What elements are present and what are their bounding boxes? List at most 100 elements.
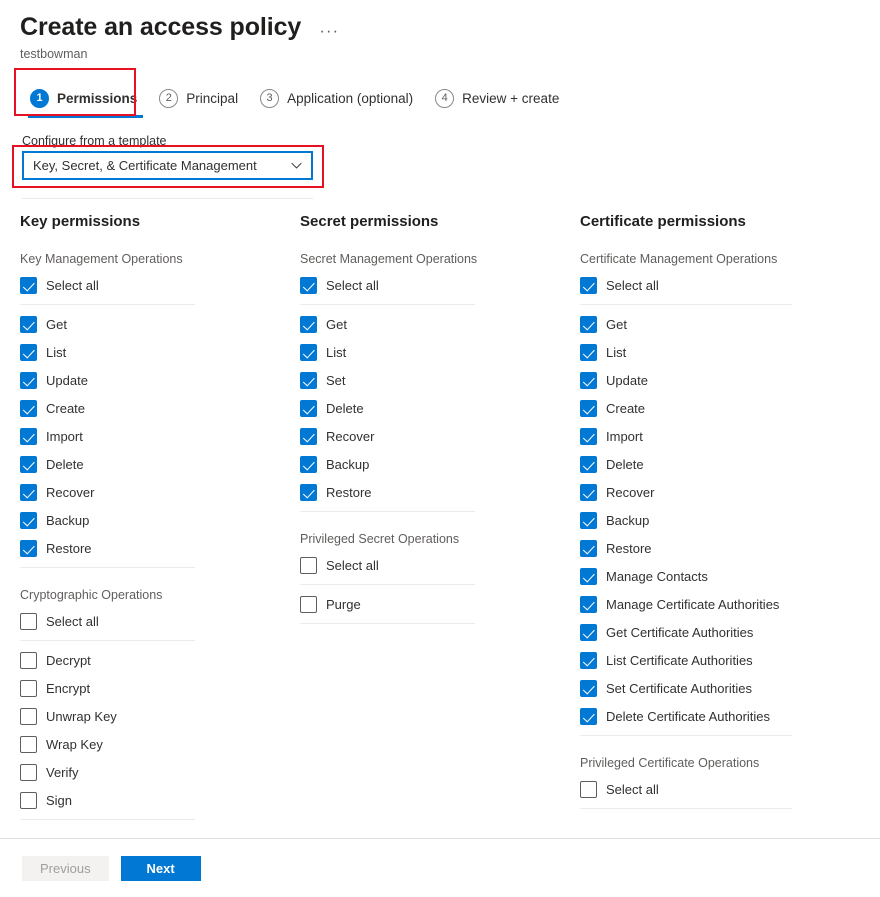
select-all-row[interactable]: Select all xyxy=(580,272,880,300)
permission-row[interactable]: Delete xyxy=(580,451,880,479)
next-button[interactable]: Next xyxy=(120,856,201,881)
permission-row[interactable]: Recover xyxy=(20,479,300,507)
checkbox-icon[interactable] xyxy=(20,316,37,333)
checkbox-icon[interactable] xyxy=(20,512,37,529)
permission-row[interactable]: Purge xyxy=(300,591,580,619)
permission-row[interactable]: List Certificate Authorities xyxy=(580,647,880,675)
permission-row[interactable]: Get xyxy=(20,311,300,339)
checkbox-icon[interactable] xyxy=(20,400,37,417)
permission-row[interactable]: Backup xyxy=(20,507,300,535)
checkbox-icon[interactable] xyxy=(580,540,597,557)
checkbox-icon[interactable] xyxy=(580,484,597,501)
permission-row[interactable]: Update xyxy=(580,367,880,395)
more-options-icon[interactable]: ··· xyxy=(315,22,343,39)
checkbox-icon[interactable] xyxy=(580,512,597,529)
permission-row[interactable]: Backup xyxy=(580,507,880,535)
checkbox-icon[interactable] xyxy=(580,708,597,725)
permission-row[interactable]: Import xyxy=(20,423,300,451)
permission-row[interactable]: Recover xyxy=(580,479,880,507)
checkbox-icon[interactable] xyxy=(20,736,37,753)
checkbox-icon[interactable] xyxy=(300,344,317,361)
permission-row[interactable]: List xyxy=(300,339,580,367)
checkbox-icon[interactable] xyxy=(580,316,597,333)
template-dropdown[interactable]: Key, Secret, & Certificate Management xyxy=(22,150,313,180)
checkbox-icon[interactable] xyxy=(300,372,317,389)
checkbox-icon[interactable] xyxy=(300,400,317,417)
permission-row[interactable]: Recover xyxy=(300,423,580,451)
permission-row[interactable]: Get xyxy=(580,311,880,339)
checkbox-icon[interactable] xyxy=(580,652,597,669)
tab-label: Permissions xyxy=(57,90,138,106)
checkbox-icon[interactable] xyxy=(300,316,317,333)
permission-row[interactable]: Create xyxy=(580,395,880,423)
checkbox-icon[interactable] xyxy=(300,596,317,613)
permission-row[interactable]: Update xyxy=(20,367,300,395)
permission-row[interactable]: Delete xyxy=(20,451,300,479)
permission-row[interactable]: Restore xyxy=(580,535,880,563)
permission-row[interactable]: Decrypt xyxy=(20,647,300,675)
checkbox-icon[interactable] xyxy=(20,540,37,557)
select-all-row[interactable]: Select all xyxy=(300,272,580,300)
permission-row[interactable]: Create xyxy=(20,395,300,423)
checkbox-icon[interactable] xyxy=(20,456,37,473)
tab-principal[interactable]: 2 Principal xyxy=(151,81,252,118)
checkbox-icon[interactable] xyxy=(580,568,597,585)
checkbox-icon[interactable] xyxy=(20,277,37,294)
permission-row[interactable]: Get Certificate Authorities xyxy=(580,619,880,647)
permission-row[interactable]: Set xyxy=(300,367,580,395)
select-all-row[interactable]: Select all xyxy=(20,272,300,300)
permission-group: Privileged Certificate Operations Select … xyxy=(580,756,880,809)
checkbox-icon[interactable] xyxy=(580,456,597,473)
permission-row[interactable]: Import xyxy=(580,423,880,451)
select-all-row[interactable]: Select all xyxy=(300,552,580,580)
tab-application-optional[interactable]: 3 Application (optional) xyxy=(252,81,427,118)
permission-row[interactable]: List xyxy=(20,339,300,367)
permission-row[interactable]: Set Certificate Authorities xyxy=(580,675,880,703)
permission-row[interactable]: Restore xyxy=(300,479,580,507)
checkbox-icon[interactable] xyxy=(300,484,317,501)
checkbox-icon[interactable] xyxy=(20,680,37,697)
permission-row[interactable]: Delete Certificate Authorities xyxy=(580,703,880,731)
checkbox-icon[interactable] xyxy=(580,372,597,389)
checkbox-icon[interactable] xyxy=(20,344,37,361)
select-all-row[interactable]: Select all xyxy=(580,776,880,804)
checkbox-icon[interactable] xyxy=(20,428,37,445)
permission-row[interactable]: List xyxy=(580,339,880,367)
select-all-row[interactable]: Select all xyxy=(20,608,300,636)
checkbox-icon[interactable] xyxy=(20,613,37,630)
tab-step-number: 2 xyxy=(159,88,179,108)
checkbox-icon[interactable] xyxy=(20,764,37,781)
checkbox-icon[interactable] xyxy=(300,456,317,473)
checkbox-icon[interactable] xyxy=(20,484,37,501)
checkbox-icon[interactable] xyxy=(580,277,597,294)
permission-row[interactable]: Encrypt xyxy=(20,675,300,703)
checkbox-icon[interactable] xyxy=(580,428,597,445)
permission-row[interactable]: Restore xyxy=(20,535,300,563)
checkbox-icon[interactable] xyxy=(300,277,317,294)
permission-row[interactable]: Backup xyxy=(300,451,580,479)
tab-review-create[interactable]: 4 Review + create xyxy=(427,81,573,118)
permission-row[interactable]: Delete xyxy=(300,395,580,423)
previous-button[interactable]: Previous xyxy=(22,856,109,881)
checkbox-icon[interactable] xyxy=(20,792,37,809)
checkbox-icon[interactable] xyxy=(580,400,597,417)
permission-row[interactable]: Verify xyxy=(20,759,300,787)
permission-row[interactable]: Manage Certificate Authorities xyxy=(580,591,880,619)
checkbox-icon[interactable] xyxy=(300,557,317,574)
permission-row[interactable]: Wrap Key xyxy=(20,731,300,759)
checkbox-icon[interactable] xyxy=(20,652,37,669)
permission-row[interactable]: Get xyxy=(300,311,580,339)
checkbox-icon[interactable] xyxy=(580,344,597,361)
permission-row[interactable]: Manage Contacts xyxy=(580,563,880,591)
tab-permissions[interactable]: 1 Permissions xyxy=(22,81,151,118)
checkbox-label: Sign xyxy=(46,793,73,808)
checkbox-icon[interactable] xyxy=(580,680,597,697)
checkbox-icon[interactable] xyxy=(20,708,37,725)
checkbox-icon[interactable] xyxy=(580,781,597,798)
checkbox-icon[interactable] xyxy=(580,596,597,613)
permission-row[interactable]: Unwrap Key xyxy=(20,703,300,731)
checkbox-icon[interactable] xyxy=(300,428,317,445)
checkbox-icon[interactable] xyxy=(580,624,597,641)
permission-row[interactable]: Sign xyxy=(20,787,300,815)
checkbox-icon[interactable] xyxy=(20,372,37,389)
